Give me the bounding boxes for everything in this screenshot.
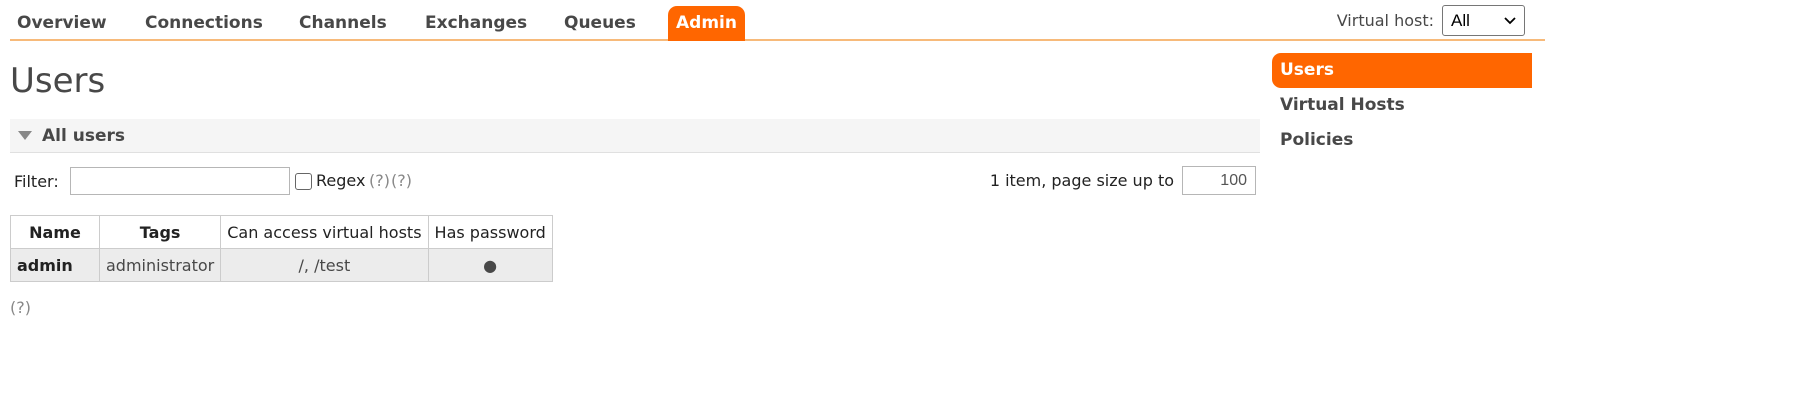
filter-help-link[interactable]: (?) [391,171,412,190]
sidebar-item-users[interactable]: Users [1272,53,1532,88]
filter-row: Filter: Regex (?) (?) 1 item, page size … [14,166,1260,196]
table-row[interactable]: admin administrator /, /test ● [10,248,553,282]
sidebar-item-policies[interactable]: Policies [1272,123,1532,158]
chevron-down-icon [1504,16,1516,24]
tab-admin[interactable]: Admin [668,6,745,41]
user-name-link[interactable]: admin [10,248,100,282]
user-tags: administrator [98,248,222,282]
tab-overview[interactable]: Overview [17,6,107,41]
header-tags[interactable]: Tags [98,215,222,249]
page-title: Users [10,61,106,101]
tab-queues[interactable]: Queues [564,6,636,41]
header-has-password: Has password [427,215,553,249]
admin-sidebar: Users Virtual Hosts Policies [1272,53,1532,158]
tab-exchanges[interactable]: Exchanges [425,6,527,41]
section-title: All users [42,125,125,146]
virtual-host-value: All [1451,10,1470,30]
virtual-host-selector: Virtual host: All [1337,5,1525,36]
all-users-section-toggle[interactable]: All users [10,119,1260,153]
has-password-indicator: ● [427,248,553,282]
collapse-triangle-icon [18,131,32,140]
table-header-row: Name Tags Can access virtual hosts Has p… [10,215,553,249]
tab-connections[interactable]: Connections [145,6,263,41]
header-name[interactable]: Name [10,215,100,249]
page-size-input[interactable] [1182,166,1256,195]
virtual-host-label: Virtual host: [1336,11,1434,30]
users-table: Name Tags Can access virtual hosts Has p… [10,215,553,282]
sidebar-item-virtual-hosts[interactable]: Virtual Hosts [1272,88,1532,123]
filter-label: Filter: [14,172,59,191]
header-virtual-hosts: Can access virtual hosts [220,215,429,249]
pagination-summary: 1 item, page size up to [989,171,1174,190]
top-navigation: Overview Connections Channels Exchanges … [10,0,1545,41]
regex-help-link[interactable]: (?) [369,171,390,190]
regex-label: Regex [316,171,366,190]
filter-input[interactable] [70,167,290,195]
user-vhosts: /, /test [220,248,429,282]
regex-checkbox[interactable] [295,173,312,190]
table-help-link[interactable]: (?) [10,298,31,317]
tab-channels[interactable]: Channels [299,6,387,41]
virtual-host-select[interactable]: All [1442,5,1525,36]
